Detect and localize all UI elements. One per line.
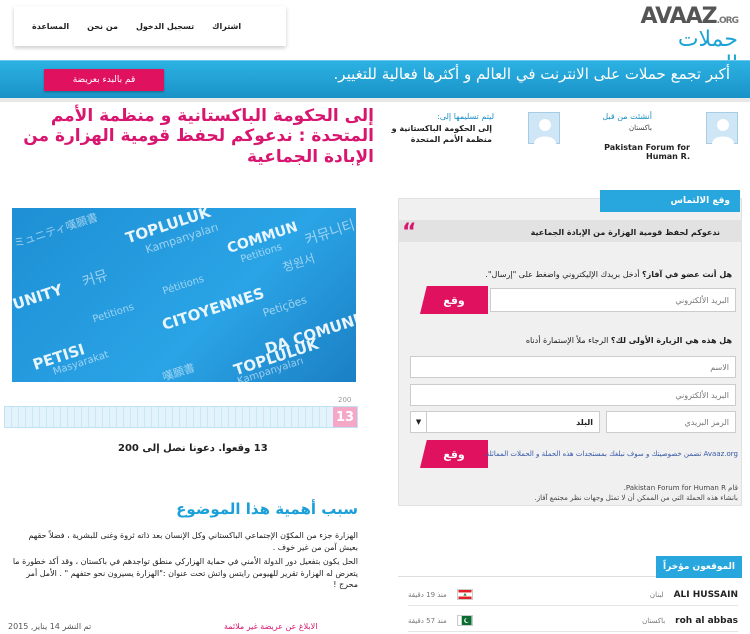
nav-login-link[interactable]: تسجيل الدخول <box>136 22 194 31</box>
signer-meta: منذ 57 دقيقة <box>408 615 473 626</box>
lebanon-flag-icon <box>456 589 473 600</box>
country-select[interactable]: البلد ▼ <box>410 411 600 433</box>
quote-icon: “ <box>402 220 417 245</box>
chevron-down-icon: ▼ <box>411 412 427 432</box>
published-date: تم النشر 14 يناير, 2015 <box>8 622 92 631</box>
email-input[interactable]: البريد الألكتروني <box>410 384 736 406</box>
target-name: إلى الحكومة الباكستانية و منظمة الأمم ال… <box>391 124 492 144</box>
image-word: ミュニティ嘆願書 <box>12 210 100 251</box>
sign-petition-tab: وقع الالتماس <box>600 190 740 212</box>
country-select-value: البلد <box>576 417 593 427</box>
zip-input[interactable]: الرمز البريدي <box>606 411 736 433</box>
name-input[interactable]: الاسم <box>410 356 736 378</box>
image-word: UNITY <box>12 280 65 314</box>
signer-identity: ALI HUSSAIN لبنان <box>650 590 738 600</box>
user-icon <box>712 119 734 144</box>
banner-divider <box>0 98 750 102</box>
image-word: 嘆願書 <box>160 361 197 382</box>
starter-name[interactable]: Pakistan Forum for Human R. <box>580 143 690 161</box>
petition-image: TOPLULUK Kampanyaları ミュニティ嘆願書 COMMUN Petiti… <box>12 208 356 382</box>
banner-slogan: أكبر تجمع حملات على الانترنت في العالم و… <box>333 65 730 83</box>
image-word: Pétitions <box>161 273 206 298</box>
starter-country: باكستان <box>628 124 652 132</box>
image-word: Petições <box>261 293 309 320</box>
petition-body-paragraph: الهزارة جزء من المكوّن الإجتماعي الباكست… <box>28 531 358 552</box>
signer-row: roh al abbas باكستان منذ 57 دقيقة <box>408 610 738 632</box>
progress-track <box>5 407 333 427</box>
privacy-note: Avaaz.org تضمن خصوصيتك و سوف نبلغك بمستج… <box>483 450 738 458</box>
target-avatar <box>528 112 560 144</box>
why-heading: سبب أهمية هذا الموضوع <box>176 500 358 518</box>
first-visit-question: هل هذه هي الزيارة الأولى لك؟ الرجاء ملأ … <box>525 336 732 345</box>
delivered-to-label: ليتم تسليمها إلى: <box>437 112 494 121</box>
report-petition-link[interactable]: الابلاغ عن عريضة غير ملائمة <box>224 622 317 631</box>
started-by-label: أنشئت من قبل <box>602 112 652 121</box>
signer-time: منذ 19 دقيقة <box>408 590 447 599</box>
start-petition-button[interactable]: قم بالبدء بعريضة <box>44 69 164 91</box>
authored-by: قام Pakistan Forum for Human R. <box>623 484 738 492</box>
authored-by-note: قام Pakistan Forum for Human R. بانشاء ه… <box>404 484 739 504</box>
signature-progress-bar: 13 <box>4 406 358 428</box>
member-sign-button[interactable]: وقع <box>420 286 488 314</box>
signer-meta: منذ 19 دقيقة <box>408 589 473 600</box>
recent-signers-tab: الموقعون مؤخراً <box>656 556 742 578</box>
signers-summary: 13 وقعوا. دعونا نصل إلى 200 <box>118 443 268 454</box>
avaaz-logo[interactable]: AVAAZ.ORG حملات المجتمع <box>608 4 739 77</box>
image-word: 커뮤니티 <box>303 217 356 249</box>
signer-identity: roh al abbas باكستان <box>642 616 738 626</box>
petition-title: إلى الحكومة الباكستانية و منظمة الأمم ال… <box>23 106 374 167</box>
signer-name: roh al abbas <box>675 615 738 626</box>
image-word: 청원서 <box>280 251 317 275</box>
nav-help-link[interactable]: المساعدة <box>32 22 69 31</box>
authored-note: بانشاء هذه الحملة التي من الممكن أن لا ت… <box>534 493 739 502</box>
starter-avatar <box>706 112 738 144</box>
image-word: 커뮤 <box>80 267 110 291</box>
signer-name: ALI HUSSAIN <box>673 589 738 600</box>
signer-country: باكستان <box>642 616 666 625</box>
image-word: Petitions <box>91 301 136 326</box>
member-question: هل أنت عضو في آفاز؟ أدخل بريدك الإليكترو… <box>485 270 732 279</box>
sign-box-title: ندعوكم لحفظ قومية الهزارة من الإبادة الج… <box>530 228 720 237</box>
nav-signup-link[interactable]: اشتراك <box>212 22 241 31</box>
logo-brand: AVAAZ.ORG <box>640 4 739 29</box>
nav-about-link[interactable]: من نحن <box>87 22 118 31</box>
progress-goal-label: 200 <box>338 396 352 404</box>
petition-body-paragraph: الحل يكون بتفعيل دور الدولة الأمني في حم… <box>12 557 358 590</box>
user-icon <box>534 119 556 144</box>
pakistan-flag-icon <box>456 615 473 626</box>
signer-row: ALI HUSSAIN لبنان منذ 19 دقيقة <box>408 584 738 606</box>
top-navigation: اشتراك تسجيل الدخول من نحن المساعدة <box>14 6 286 46</box>
signer-country: لبنان <box>649 590 664 599</box>
progress-count: 13 <box>333 407 357 427</box>
signer-time: منذ 57 دقيقة <box>408 616 447 625</box>
member-email-input[interactable]: البريد الألكتروني <box>490 288 736 312</box>
